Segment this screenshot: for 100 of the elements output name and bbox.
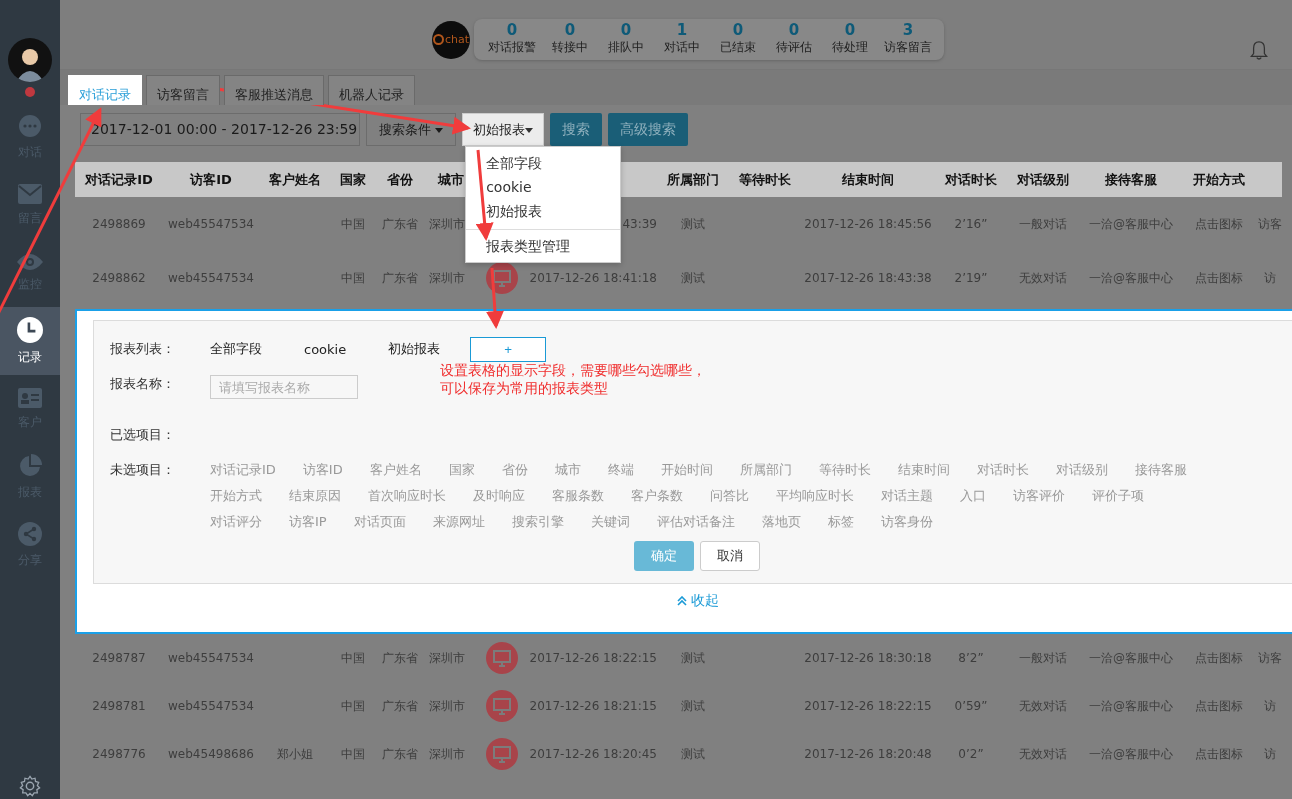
tab[interactable]: 访客留言 bbox=[146, 75, 220, 105]
field-option[interactable]: 访客IP bbox=[289, 513, 327, 531]
tab[interactable]: 机器人记录 bbox=[328, 75, 415, 105]
column-header: 对话记录ID bbox=[84, 170, 154, 189]
advanced-search-button[interactable]: 高级搜索 bbox=[608, 113, 689, 146]
field-option[interactable]: 客户条数 bbox=[631, 487, 683, 505]
field-label: 已选项目： bbox=[110, 426, 176, 444]
field-option[interactable]: 客服条数 bbox=[552, 487, 604, 505]
table-cell: 测试 bbox=[681, 215, 705, 233]
table-cell: 2017-12-26 18:20:45 bbox=[529, 747, 657, 761]
cancel-button[interactable]: 取消 bbox=[699, 541, 760, 571]
field-option[interactable]: 客户姓名 bbox=[369, 461, 422, 479]
filter-dropdown-button[interactable]: 搜索条件 bbox=[366, 113, 457, 146]
table-cell: 2017-12-26 18:21:15 bbox=[529, 699, 657, 713]
field-option[interactable]: 标签 bbox=[827, 513, 854, 531]
table-cell: 中国 bbox=[341, 649, 365, 667]
column-header: 等待时长 bbox=[738, 170, 792, 189]
field-option[interactable]: 评估对话备注 bbox=[656, 513, 735, 531]
field-option[interactable]: 对话级别 bbox=[1055, 461, 1108, 479]
field-option[interactable]: 来源网址 bbox=[432, 513, 485, 531]
table-cell: 中国 bbox=[341, 215, 365, 233]
table-cell: 2498781 bbox=[92, 699, 146, 713]
settings-icon[interactable] bbox=[19, 775, 41, 797]
field-option[interactable]: 结束时间 bbox=[897, 461, 950, 479]
table-cell: 2017-12-26 18:30:18 bbox=[804, 651, 932, 665]
field-option[interactable]: 城市 bbox=[554, 461, 581, 479]
field-option[interactable]: 评价子项 bbox=[1092, 487, 1144, 505]
report-dropdown-button[interactable]: 初始报表 bbox=[462, 113, 545, 146]
field-option[interactable]: 终端 bbox=[607, 461, 634, 479]
table-cell: 0’59” bbox=[954, 699, 988, 713]
field-option[interactable]: 所属部门 bbox=[739, 461, 792, 479]
status-icon bbox=[25, 87, 35, 97]
report-item[interactable]: cookie bbox=[304, 341, 347, 357]
stat-label: 排队中 bbox=[608, 39, 644, 56]
field-option[interactable]: 访客ID bbox=[302, 461, 343, 479]
field-option[interactable]: 及时响应 bbox=[473, 487, 525, 505]
menu-item[interactable]: 报表类型管理 bbox=[466, 234, 621, 258]
tab[interactable]: 对话记录 bbox=[68, 75, 142, 105]
eye-icon bbox=[17, 253, 43, 270]
report-item[interactable]: 全部字段 bbox=[210, 340, 262, 358]
field-option[interactable]: 访客评价 bbox=[1013, 487, 1065, 505]
stat-value: 0 bbox=[506, 21, 518, 39]
table-cell: 8’2” bbox=[958, 651, 984, 665]
table-cell: 访 bbox=[1264, 269, 1276, 287]
field-option[interactable]: 结束原因 bbox=[289, 487, 341, 505]
table-cell-text: 深圳市 bbox=[428, 745, 465, 763]
field-label: 报表名称： bbox=[110, 375, 176, 393]
confirm-button[interactable]: 确定 bbox=[633, 541, 694, 571]
bell-icon[interactable] bbox=[1250, 40, 1268, 60]
field-option[interactable]: 开始时间 bbox=[660, 461, 713, 479]
field-option[interactable]: 搜索引擎 bbox=[511, 513, 564, 531]
table-cell: 2498776 bbox=[92, 747, 146, 761]
add-button[interactable]: + bbox=[470, 336, 547, 362]
field-option[interactable]: 对话页面 bbox=[353, 513, 406, 531]
field-option[interactable]: 入口 bbox=[960, 487, 986, 505]
field-option[interactable]: 访客身份 bbox=[880, 513, 933, 531]
field-option[interactable]: 落地页 bbox=[761, 513, 801, 531]
table-cell: 2498787 bbox=[92, 651, 146, 665]
menu-item[interactable]: 全部字段 bbox=[466, 151, 621, 175]
stat-value: 0 bbox=[788, 21, 800, 39]
table-cell: 2498869 bbox=[92, 217, 146, 231]
field-option[interactable]: 平均响应时长 bbox=[776, 487, 854, 505]
column-header: 访客ID bbox=[188, 170, 233, 189]
column-header: 对话时长 bbox=[944, 170, 998, 189]
table-cell: 2017-12-26 18:43:38 bbox=[804, 271, 932, 285]
field-option[interactable]: 对话记录ID bbox=[210, 461, 276, 479]
caret-icon bbox=[525, 127, 534, 133]
field-option[interactable]: 关键词 bbox=[590, 513, 630, 531]
date-range-field[interactable]: 2017-12-01 00:00 - 2017-12-26 23:59 bbox=[80, 113, 360, 146]
table-cell: 广东省 bbox=[382, 215, 418, 233]
stat-label: 待处理 bbox=[832, 39, 868, 56]
field-option[interactable]: 接待客服 bbox=[1134, 461, 1187, 479]
input-field[interactable]: 请填写报表名称 bbox=[210, 375, 358, 399]
field-option[interactable]: 对话时长 bbox=[976, 461, 1029, 479]
field-option[interactable]: 开始方式 bbox=[210, 487, 262, 505]
field-option[interactable]: 等待时长 bbox=[818, 461, 871, 479]
caret-icon bbox=[435, 127, 444, 133]
column-header: 接待客服 bbox=[1104, 170, 1158, 189]
stat-value: 0 bbox=[732, 21, 744, 39]
field-option[interactable]: 问答比 bbox=[710, 487, 749, 505]
tab[interactable]: 客服推送消息 bbox=[224, 75, 324, 105]
table-cell: web45498686 bbox=[168, 747, 254, 761]
chat-icon bbox=[18, 113, 42, 138]
collapse-link[interactable]: 收起 bbox=[676, 592, 719, 624]
field-option[interactable]: 省份 bbox=[501, 461, 528, 479]
column-header: 所属部门 bbox=[666, 170, 720, 189]
menu-item[interactable]: cookie bbox=[466, 175, 621, 199]
field-option[interactable]: 国家 bbox=[448, 461, 475, 479]
table-cell: 访 bbox=[1264, 697, 1276, 715]
table-cell: 2017-12-26 18:22:15 bbox=[529, 651, 657, 665]
field-option[interactable]: 首次响应时长 bbox=[368, 487, 446, 505]
table-cell: 测试 bbox=[681, 697, 705, 715]
search-button[interactable]: 搜索 bbox=[550, 113, 603, 146]
menu-item[interactable]: 初始报表 bbox=[466, 199, 621, 223]
sidebar-item[interactable]: 记录 bbox=[0, 307, 60, 375]
table-cell: web45547534 bbox=[168, 651, 254, 665]
field-option[interactable]: 对话评分 bbox=[210, 513, 262, 531]
report-item[interactable]: 初始报表 bbox=[388, 340, 441, 358]
table-cell: 测试 bbox=[681, 269, 705, 287]
field-option[interactable]: 对话主题 bbox=[881, 487, 933, 505]
